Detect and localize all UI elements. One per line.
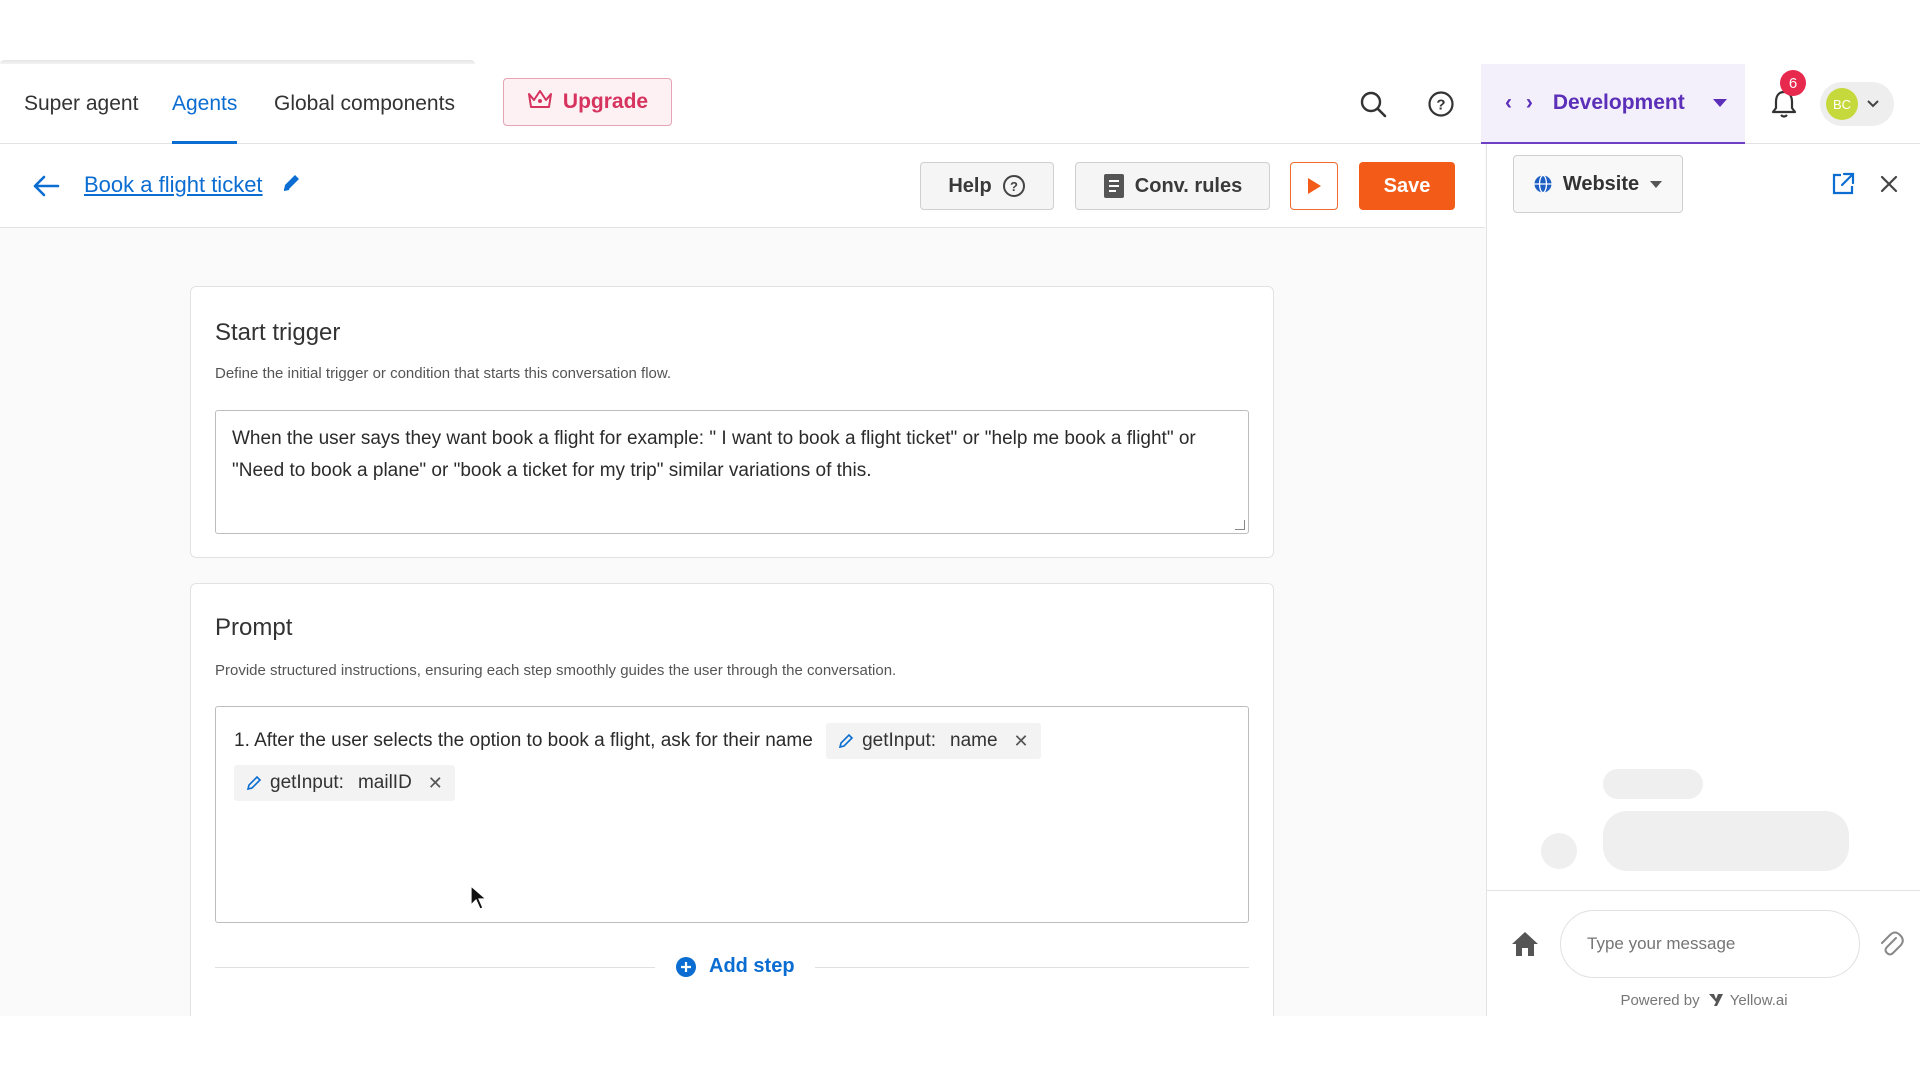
svg-text:?: ?: [1010, 179, 1018, 194]
start-trigger-textarea[interactable]: When the user says they want book a flig…: [215, 410, 1249, 534]
help-circle-icon: ?: [1002, 175, 1025, 197]
notification-badge: 6: [1780, 70, 1806, 96]
tab-super-agent[interactable]: Super agent: [24, 64, 138, 144]
tab-agents[interactable]: Agents: [172, 64, 238, 144]
add-step-label: Add step: [709, 955, 795, 977]
prompt-description: Provide structured instructions, ensurin…: [215, 662, 897, 679]
resize-handle[interactable]: [1235, 520, 1245, 530]
chip-value: mailID: [357, 772, 412, 793]
close-icon[interactable]: [1869, 164, 1909, 204]
channel-selector[interactable]: Website: [1513, 155, 1683, 213]
prompt-title: Prompt: [215, 614, 293, 641]
add-step-button[interactable]: Add step: [675, 955, 795, 978]
prompt-card: Prompt Provide structured instructions, …: [190, 583, 1274, 1016]
prompt-editor[interactable]: 1. After the user selects the option to …: [215, 706, 1249, 923]
svg-text:?: ?: [1436, 97, 1445, 114]
conv-rules-label: Conv. rules: [1134, 174, 1243, 197]
user-menu[interactable]: BC: [1820, 82, 1894, 126]
divider: [815, 967, 1249, 968]
chevron-down-icon: [1650, 181, 1663, 188]
attachment-icon[interactable]: [1871, 924, 1911, 964]
divider: [215, 967, 655, 968]
pencil-icon[interactable]: [280, 172, 302, 199]
yellow-logo-icon: [1708, 994, 1723, 1006]
chip-function: getInput:: [862, 729, 937, 751]
environment-selector[interactable]: ‹ › Development: [1481, 64, 1745, 144]
help-circle-icon[interactable]: ?: [1421, 84, 1461, 124]
loading-avatar-placeholder: [1541, 833, 1577, 869]
message-input[interactable]: [1560, 910, 1860, 978]
close-icon[interactable]: ✕: [1014, 721, 1029, 761]
chip-value: name: [950, 729, 998, 751]
tab-global-components[interactable]: Global components: [274, 64, 455, 144]
help-button[interactable]: Help ?: [920, 162, 1054, 210]
powered-by-footer: Powered by Yellow.ai: [1487, 992, 1920, 1009]
pencil-icon: [246, 775, 262, 791]
powered-by-label: Powered by: [1620, 992, 1700, 1009]
top-nav: Super agent Agents Global components Upg…: [0, 64, 1920, 144]
environment-label: Development: [1552, 91, 1685, 114]
upgrade-label: Upgrade: [562, 90, 649, 113]
back-arrow-icon[interactable]: [26, 166, 66, 206]
get-input-chip[interactable]: getInput: name ✕: [826, 721, 1041, 761]
chat-composer: Powered by Yellow.ai: [1487, 890, 1920, 1016]
play-button[interactable]: [1290, 162, 1338, 210]
brand-name: Yellow.ai: [1729, 992, 1788, 1009]
code-icon: ‹ ›: [1505, 91, 1537, 114]
loading-message-placeholder: [1603, 811, 1849, 871]
chip-function: getInput:: [270, 772, 344, 793]
get-input-chip[interactable]: getInput: mailID ✕: [234, 765, 455, 801]
agent-header: Book a flight ticket Help ? Conv. rules …: [0, 144, 1485, 228]
save-button[interactable]: Save: [1359, 162, 1455, 210]
mouse-cursor: [470, 884, 488, 916]
start-trigger-description: Define the initial trigger or condition …: [215, 365, 672, 382]
close-icon[interactable]: ✕: [428, 763, 443, 803]
loading-placeholder: [1603, 769, 1703, 799]
home-icon[interactable]: [1505, 924, 1545, 964]
start-trigger-title: Start trigger: [215, 319, 341, 346]
document-icon: [1103, 174, 1124, 198]
upgrade-button[interactable]: Upgrade: [503, 78, 672, 126]
search-icon[interactable]: [1353, 84, 1393, 124]
app-window: Super agent Agents Global components Upg…: [0, 64, 1920, 1016]
play-icon: [1308, 178, 1321, 194]
crown-icon: [527, 88, 553, 116]
agent-title-link[interactable]: Book a flight ticket: [84, 172, 263, 198]
plus-circle-icon: [676, 956, 696, 977]
preview-panel: Website Powered by Yellow.ai: [1486, 144, 1920, 1016]
conv-rules-button[interactable]: Conv. rules: [1075, 162, 1270, 210]
help-label: Help: [948, 174, 992, 197]
external-link-icon[interactable]: [1823, 164, 1863, 204]
avatar: BC: [1826, 88, 1858, 120]
chevron-down-icon: [1867, 100, 1879, 108]
globe-icon: [1534, 174, 1552, 194]
start-trigger-card: Start trigger Define the initial trigger…: [190, 286, 1274, 558]
start-trigger-text: When the user says they want book a flig…: [232, 428, 1196, 481]
prompt-step-text: 1. After the user selects the option to …: [234, 730, 813, 751]
channel-label: Website: [1562, 172, 1640, 195]
chevron-down-icon: [1712, 99, 1727, 107]
pencil-icon: [838, 733, 854, 749]
